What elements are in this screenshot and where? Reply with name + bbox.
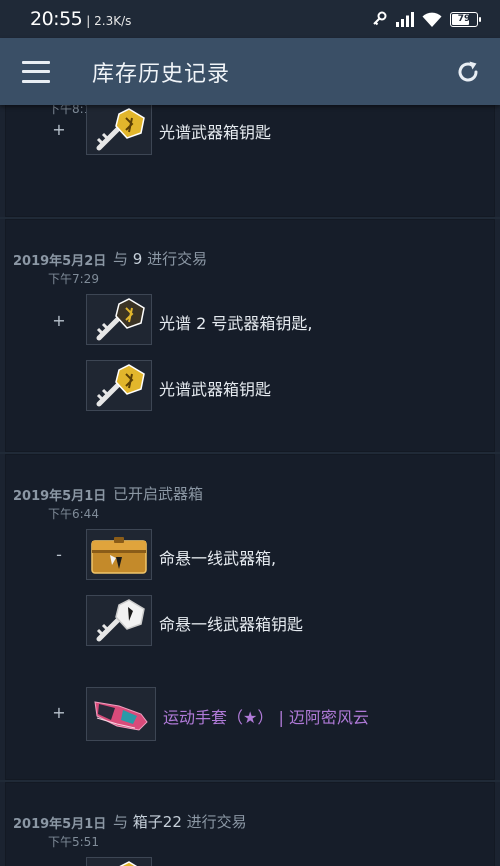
key-icon (96, 598, 145, 641)
refresh-icon[interactable] (454, 58, 482, 86)
trade-partner[interactable]: 9 (133, 250, 143, 268)
item-thumbnail[interactable] (86, 687, 156, 741)
menu-line (22, 70, 50, 73)
entry-time: 下午7:29 (48, 272, 99, 286)
history-list[interactable]: 下午8:17 + 光谱武器箱钥匙 2019年5月2日 与 9 进行交易 下午7:… (0, 105, 500, 866)
battery-level: 79 (457, 14, 471, 24)
history-entry: 下午8:17 + 光谱武器箱钥匙 (5, 105, 495, 217)
entry-date: 2019年5月1日 (13, 489, 107, 504)
item-name-suffix: | 迈阿密风云 (278, 708, 369, 727)
change-sign: - (56, 545, 62, 564)
change-sign: + (52, 120, 66, 139)
action-text: 与 (113, 250, 129, 268)
change-sign: + (52, 703, 66, 722)
trade-partner[interactable]: 箱子22 (133, 813, 182, 831)
item-name[interactable]: 光谱 2 号武器箱钥匙, (159, 310, 312, 334)
clock: 20:55 (30, 8, 83, 30)
status-icons: 79 (372, 11, 481, 27)
menu-line (22, 79, 50, 83)
signal-icon (396, 11, 414, 27)
entry-date: 2019年5月2日 (13, 254, 107, 269)
entry-time: 下午5:51 (48, 835, 99, 849)
entry-action: 已开启武器箱 (113, 485, 204, 503)
item-thumbnail[interactable] (86, 360, 152, 411)
gloves-icon (94, 701, 148, 731)
item-thumbnail[interactable] (86, 294, 152, 345)
entry-time: 下午6:44 (48, 507, 99, 521)
key-icon (96, 297, 145, 340)
item-name[interactable]: 光谱武器箱钥匙 (159, 376, 271, 400)
key-status-icon (373, 11, 387, 26)
history-entry: 2019年5月1日 与 箱子22 进行交易 下午5:51 (5, 782, 495, 866)
item-name[interactable]: 光谱武器箱钥匙 (159, 119, 271, 143)
battery-icon: 79 (450, 11, 481, 27)
case-icon (91, 536, 147, 574)
key-icon (96, 107, 145, 150)
page-title: 库存历史记录 (92, 61, 231, 87)
item-name-main: 运动手套（★） (163, 708, 274, 727)
item-name[interactable]: 运动手套（★） | 迈阿密风云 (163, 704, 369, 728)
item-thumbnail[interactable] (86, 105, 152, 155)
key-icon (96, 363, 145, 406)
network-speed: | 2.3K/s (86, 14, 132, 28)
status-left: 20:55 | 2.3K/s (30, 8, 131, 30)
entry-action: 与 箱子22 进行交易 (113, 811, 247, 832)
action-suffix: 进行交易 (186, 813, 247, 831)
key-icon (118, 860, 138, 866)
action-suffix: 进行交易 (147, 250, 208, 268)
status-bar: 20:55 | 2.3K/s 79 (0, 0, 500, 38)
item-thumbnail[interactable] (86, 857, 152, 866)
entry-date: 2019年5月1日 (13, 817, 107, 832)
item-name[interactable]: 命悬一线武器箱, (159, 545, 276, 569)
history-entry: 2019年5月2日 与 9 进行交易 下午7:29 + 光谱 2 号武器箱钥匙, (5, 219, 495, 452)
wifi-icon (422, 12, 442, 27)
item-name[interactable]: 命悬一线武器箱钥匙 (159, 611, 303, 635)
action-text: 与 (113, 813, 129, 831)
history-entry: 2019年5月1日 已开启武器箱 下午6:44 - 命悬一线武器箱, 命悬一线武… (5, 454, 495, 780)
item-thumbnail[interactable] (86, 595, 152, 646)
item-thumbnail[interactable] (86, 529, 152, 580)
entry-action: 与 9 进行交易 (113, 248, 207, 269)
app-bar: 库存历史记录 (0, 38, 500, 105)
menu-button[interactable] (22, 60, 50, 83)
menu-line (22, 60, 50, 64)
change-sign: + (52, 311, 66, 330)
